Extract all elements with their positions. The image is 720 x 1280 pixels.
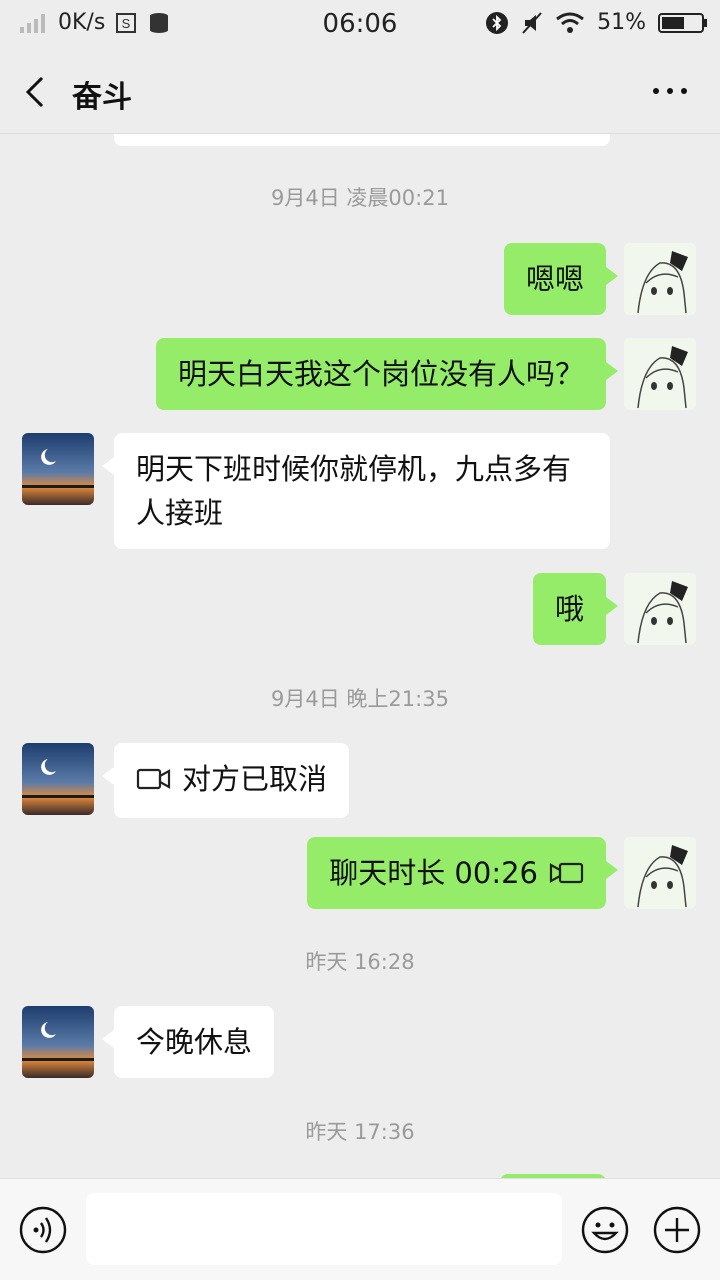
message-text: 对方已取消 [182,762,328,796]
avatar-me[interactable] [624,338,696,410]
timestamp: 9月4日 晚上21:35 [271,687,449,711]
message-bubble-contact[interactable]: 明天下班时候你就停机，九点多有人接班 [102,433,610,549]
timestamp: 昨天 17:36 [305,1120,415,1144]
video-call-message-me[interactable]: 聊天时长 00:26 [307,837,618,909]
voice-input-icon[interactable] [18,1205,68,1255]
message-text: 嗯嗯 [525,262,584,296]
message-bubble-contact[interactable]: 今晚休息 [101,1006,275,1078]
battery-icon [658,12,707,33]
avatar-me[interactable] [624,573,696,645]
timestamp: 9月4日 凌晨00:21 [271,186,449,210]
message-text: 明天白天我这个岗位没有人吗？ [177,357,584,391]
avatar-me[interactable] [624,243,696,315]
moon-sunset-avatar-icon [22,1006,94,1078]
message-input[interactable] [86,1193,562,1265]
avatar-me[interactable] [624,837,696,909]
more-dots-icon[interactable] [650,76,690,106]
message-text: 哦 [554,592,584,626]
chat-title: 奋斗 [72,80,132,115]
bluetooth-icon [486,11,509,34]
message-bubble-me[interactable]: 嗯嗯 [503,243,619,315]
plus-icon[interactable] [652,1205,702,1255]
message-bubble-me[interactable]: 哦 [532,573,619,645]
moon-sunset-avatar-icon [22,433,94,505]
status-right: 51% [485,10,708,35]
message-text: 明天下班时候你就停机，九点多有人接班 [136,452,572,530]
anime-avatar-icon [624,338,696,410]
message-bubble-me[interactable]: 明天白天我这个岗位没有人吗？ [155,338,619,410]
wifi-icon [556,12,585,33]
chat-header: 奋斗 [0,50,720,134]
input-bar [0,1178,720,1280]
anime-avatar-icon [624,837,696,909]
avatar-contact[interactable] [22,433,94,505]
partial-message-bubble [114,134,610,146]
chat-area[interactable]: 9月4日 凌晨00:21 嗯嗯 明天白天我这个岗位没有人吗？ 明天下班时候你就停… [0,134,720,1178]
status-bar: 0K/s S 06:06 51% [0,0,720,50]
mute-icon [522,11,542,34]
emoji-icon[interactable] [580,1205,630,1255]
moon-sunset-avatar-icon [22,743,94,815]
anime-avatar-icon [624,573,696,645]
video-call-message-contact[interactable]: 对方已取消 [101,743,350,818]
avatar-contact[interactable] [22,743,94,815]
avatar-contact[interactable] [22,1006,94,1078]
video-call-icon [549,862,584,884]
chevron-left-icon[interactable] [18,72,58,112]
video-call-icon [136,768,171,790]
message-text: 今晚休息 [136,1025,253,1059]
message-text: 聊天时长 00:26 [329,856,538,890]
anime-avatar-icon [624,243,696,315]
timestamp: 昨天 16:28 [305,950,415,974]
battery-percent: 51% [597,10,646,35]
